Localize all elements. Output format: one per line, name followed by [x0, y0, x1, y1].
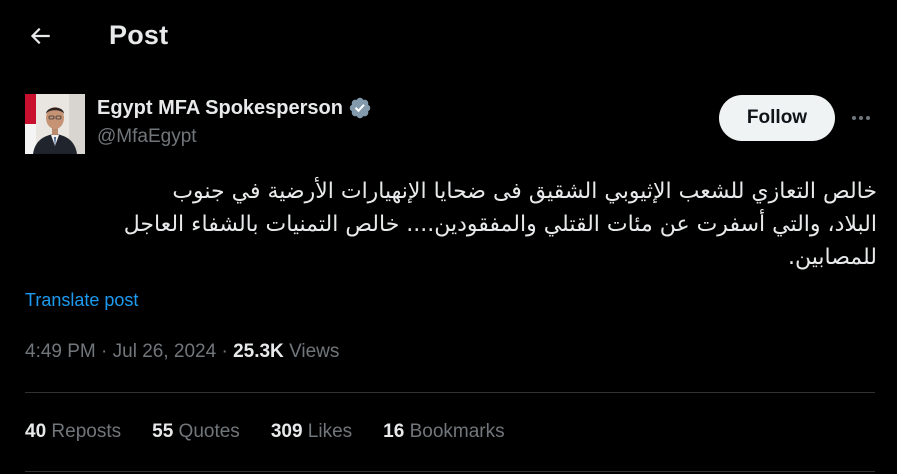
- divider: [25, 392, 875, 393]
- author-name-row: Egypt MFA Spokesperson: [97, 96, 372, 120]
- follow-button[interactable]: Follow: [719, 95, 835, 141]
- likes-stat[interactable]: 309 Likes: [271, 421, 352, 443]
- likes-label: Likes: [307, 421, 353, 442]
- verified-badge-icon[interactable]: [348, 96, 372, 120]
- author-name[interactable]: Egypt MFA Spokesperson: [97, 97, 343, 120]
- post-date[interactable]: Jul 26, 2024: [113, 341, 217, 362]
- meta-separator: ·: [216, 341, 234, 362]
- divider: [25, 471, 875, 472]
- quotes-stat[interactable]: 55 Quotes: [152, 421, 240, 443]
- bookmarks-label: Bookmarks: [409, 421, 505, 442]
- arrow-left-icon: [30, 27, 50, 45]
- more-horizontal-icon: [852, 116, 870, 120]
- reposts-count: 40: [25, 421, 47, 442]
- bookmarks-stat[interactable]: 16 Bookmarks: [383, 421, 504, 443]
- engagement-stats: 40 Reposts 55 Quotes 309 Likes 16 Bookma…: [25, 421, 505, 443]
- post-time[interactable]: 4:49 PM: [25, 341, 96, 362]
- author-handle[interactable]: @MfaEgypt: [97, 126, 372, 148]
- author-block: Egypt MFA Spokesperson @MfaEgypt: [97, 96, 372, 148]
- reposts-stat[interactable]: 40 Reposts: [25, 421, 121, 443]
- avatar[interactable]: [25, 94, 85, 154]
- page-title: Post: [109, 20, 169, 50]
- top-bar: Post: [0, 0, 897, 74]
- post-meta: 4:49 PM · Jul 26, 2024 · 25.3K Views: [25, 341, 339, 363]
- translate-post-link[interactable]: Translate post: [25, 290, 138, 311]
- likes-count: 309: [270, 421, 303, 442]
- bookmarks-count: 16: [383, 421, 405, 442]
- views-count: 25.3K: [233, 341, 284, 362]
- views-label: Views: [289, 341, 340, 362]
- back-button[interactable]: [22, 18, 58, 54]
- quotes-label: Quotes: [178, 421, 240, 442]
- quotes-count: 55: [152, 421, 174, 442]
- reposts-label: Reposts: [51, 421, 122, 442]
- more-options-button[interactable]: [846, 104, 876, 132]
- post-text: خالص التعازي للشعب الإثيوبي الشقيق فى ضح…: [123, 179, 877, 270]
- meta-separator: ·: [95, 341, 113, 362]
